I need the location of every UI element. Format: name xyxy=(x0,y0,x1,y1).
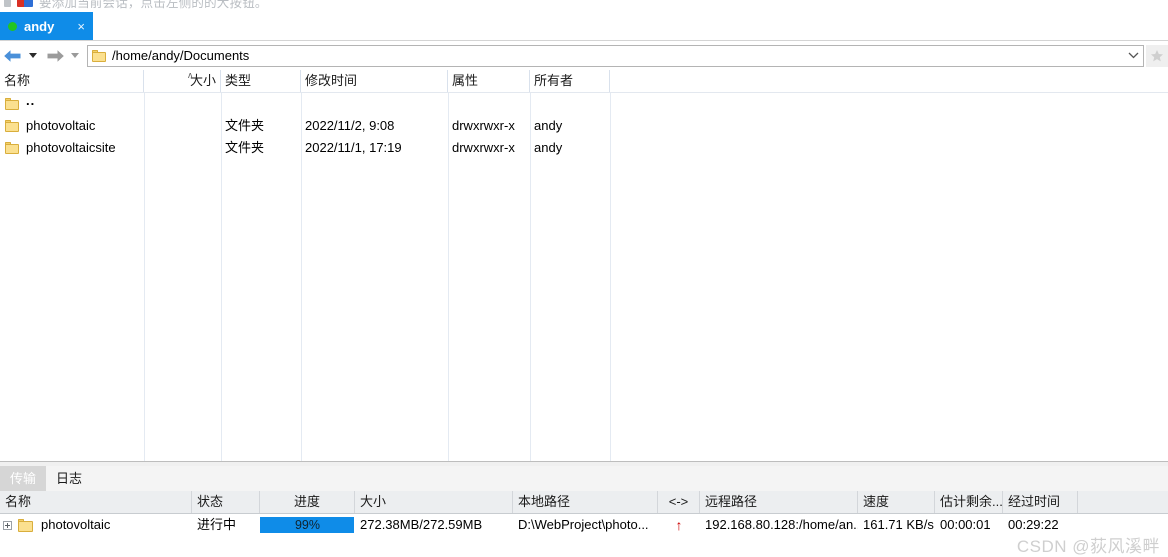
folder-icon xyxy=(5,141,19,154)
file-modified-cell xyxy=(301,93,448,114)
queue-remotepath-cell: 192.168.80.128:/home/an.. xyxy=(705,517,858,532)
file-modified-cell: 2022/11/1, 17:19 xyxy=(305,140,402,155)
folder-icon xyxy=(5,97,19,110)
file-list-body: .. photovoltaic 文件夹 2022/11/2, 9:08 drwx… xyxy=(0,93,1168,461)
session-tab-andy[interactable]: andy × xyxy=(0,12,93,40)
file-name-cell[interactable]: .. xyxy=(0,93,144,114)
session-tab-bar: andy × xyxy=(0,12,1168,41)
queue-column-header-remotepath[interactable]: 远程路径 xyxy=(700,491,858,513)
file-column-header-perms[interactable]: 属性 xyxy=(448,70,530,92)
queue-elapsed-cell: 00:29:22 xyxy=(1008,517,1059,532)
upload-arrow-icon: ↑ xyxy=(675,517,683,533)
tab-transfers[interactable]: 传输 xyxy=(0,466,47,491)
queue-body: photovoltaic 进行中 99% 272.38MB/272.59MB D… xyxy=(0,514,1168,557)
file-owner-cell xyxy=(530,93,610,114)
remote-file-list: 名称 ʌ 大小 类型 修改时间 属性 所有者 .. photovoltaic 文… xyxy=(0,70,1168,461)
session-tab-label: andy xyxy=(24,18,55,34)
file-size-cell xyxy=(144,115,221,136)
queue-localpath-cell: D:\WebProject\photo... xyxy=(518,517,649,532)
table-row[interactable]: photovoltaicsite 文件夹 2022/11/1, 17:19 dr… xyxy=(0,137,1168,158)
queue-column-header-size[interactable]: 大小 xyxy=(355,491,513,513)
table-row[interactable]: photovoltaic 文件夹 2022/11/2, 9:08 drwxrwx… xyxy=(0,115,1168,136)
file-size-cell xyxy=(144,93,221,114)
file-name-label: photovoltaicsite xyxy=(26,140,116,155)
file-perms-cell xyxy=(448,93,530,114)
queue-status-cell: 进行中 xyxy=(197,517,237,532)
file-column-header-size[interactable]: ʌ 大小 xyxy=(144,70,221,92)
expand-icon[interactable] xyxy=(3,520,12,530)
queue-name-label: photovoltaic xyxy=(41,517,111,532)
queue-column-header-speed[interactable]: 速度 xyxy=(858,491,935,513)
forward-history-caret-icon[interactable] xyxy=(71,53,79,58)
clipped-notice-banner: 要添加当前会话，点击左侧的的大按钮。 xyxy=(0,0,1168,12)
queue-column-header-progress[interactable]: 进度 xyxy=(260,491,355,513)
banner-bullet-icon xyxy=(4,0,11,7)
file-perms-cell: drwxrwxr-x xyxy=(452,140,515,155)
file-name-label: photovoltaic xyxy=(26,118,96,133)
queue-name-cell[interactable]: photovoltaic xyxy=(0,514,192,536)
file-owner-cell: andy xyxy=(534,118,563,133)
file-column-header-modified[interactable]: 修改时间 xyxy=(301,70,448,92)
back-arrow-icon xyxy=(4,49,21,62)
queue-column-header-localpath[interactable]: 本地路径 xyxy=(513,491,658,513)
bookmark-star-icon[interactable] xyxy=(1146,44,1168,67)
file-name-cell[interactable]: photovoltaicsite xyxy=(0,137,144,158)
folder-icon xyxy=(92,49,106,62)
file-modified-cell: 2022/11/2, 9:08 xyxy=(305,118,395,133)
session-status-dot-icon xyxy=(8,21,17,31)
address-input[interactable]: /home/andy/Documents xyxy=(112,48,1123,63)
queue-progress-cell: 99% xyxy=(260,514,355,536)
queue-column-header-filler[interactable] xyxy=(1078,491,1168,513)
forward-button[interactable] xyxy=(42,44,68,68)
queue-remaining-cell: 00:00:01 xyxy=(940,517,991,532)
queue-size-cell: 272.38MB/272.59MB xyxy=(360,517,483,532)
chevron-down-icon[interactable] xyxy=(1123,46,1143,66)
bottom-tab-bar: 传输 日志 xyxy=(0,466,1168,491)
file-column-header-name[interactable]: 名称 xyxy=(0,70,144,92)
banner-flag-icon xyxy=(17,0,33,7)
file-perms-cell: drwxrwxr-x xyxy=(452,118,515,133)
forward-arrow-icon xyxy=(47,49,64,62)
file-name-cell[interactable]: photovoltaic xyxy=(0,115,144,136)
queue-column-header-direction[interactable]: <-> xyxy=(658,491,700,513)
queue-column-header-remaining[interactable]: 估计剩余... xyxy=(935,491,1003,513)
file-size-cell xyxy=(144,137,221,158)
sort-ascending-icon: ʌ xyxy=(188,70,193,80)
file-column-header-size-label: 大小 xyxy=(189,73,216,88)
banner-text: 要添加当前会话，点击左侧的的大按钮。 xyxy=(39,0,268,10)
file-type-cell xyxy=(221,93,301,114)
file-column-header-type[interactable]: 类型 xyxy=(221,70,301,92)
progress-bar: 99% xyxy=(260,517,355,533)
back-history-caret-icon[interactable] xyxy=(29,53,37,58)
queue-column-header-elapsed[interactable]: 经过时间 xyxy=(1003,491,1078,513)
queue-header: 名称 状态 进度 大小 本地路径 <-> 远程路径 速度 估计剩余... 经过时… xyxy=(0,491,1168,514)
folder-icon xyxy=(18,518,33,532)
back-button[interactable] xyxy=(0,44,26,68)
sftp-client-window: 要添加当前会话，点击左侧的的大按钮。 andy × /home/andy/Doc… xyxy=(0,0,1168,557)
table-row[interactable]: .. xyxy=(0,93,1168,114)
queue-speed-cell: 161.71 KB/s xyxy=(863,517,934,532)
tab-log[interactable]: 日志 xyxy=(46,466,92,491)
navigation-bar: /home/andy/Documents xyxy=(0,41,1168,70)
queue-direction-cell: ↑ xyxy=(658,514,700,536)
file-type-cell: 文件夹 xyxy=(225,118,265,133)
folder-icon xyxy=(5,119,19,132)
file-type-cell: 文件夹 xyxy=(225,140,265,155)
queue-column-header-status[interactable]: 状态 xyxy=(192,491,260,513)
address-bar[interactable]: /home/andy/Documents xyxy=(87,44,1145,67)
file-name-label: .. xyxy=(26,93,36,108)
close-icon[interactable]: × xyxy=(75,20,87,33)
file-list-header: 名称 ʌ 大小 类型 修改时间 属性 所有者 xyxy=(0,70,1168,93)
queue-column-header-name[interactable]: 名称 xyxy=(0,491,192,513)
file-owner-cell: andy xyxy=(534,140,563,155)
progress-bar-label: 99% xyxy=(294,518,321,532)
table-row[interactable]: photovoltaic 进行中 99% 272.38MB/272.59MB D… xyxy=(0,514,1168,536)
file-column-header-owner[interactable]: 所有者 xyxy=(530,70,610,92)
transfer-queue: 名称 状态 进度 大小 本地路径 <-> 远程路径 速度 估计剩余... 经过时… xyxy=(0,491,1168,557)
